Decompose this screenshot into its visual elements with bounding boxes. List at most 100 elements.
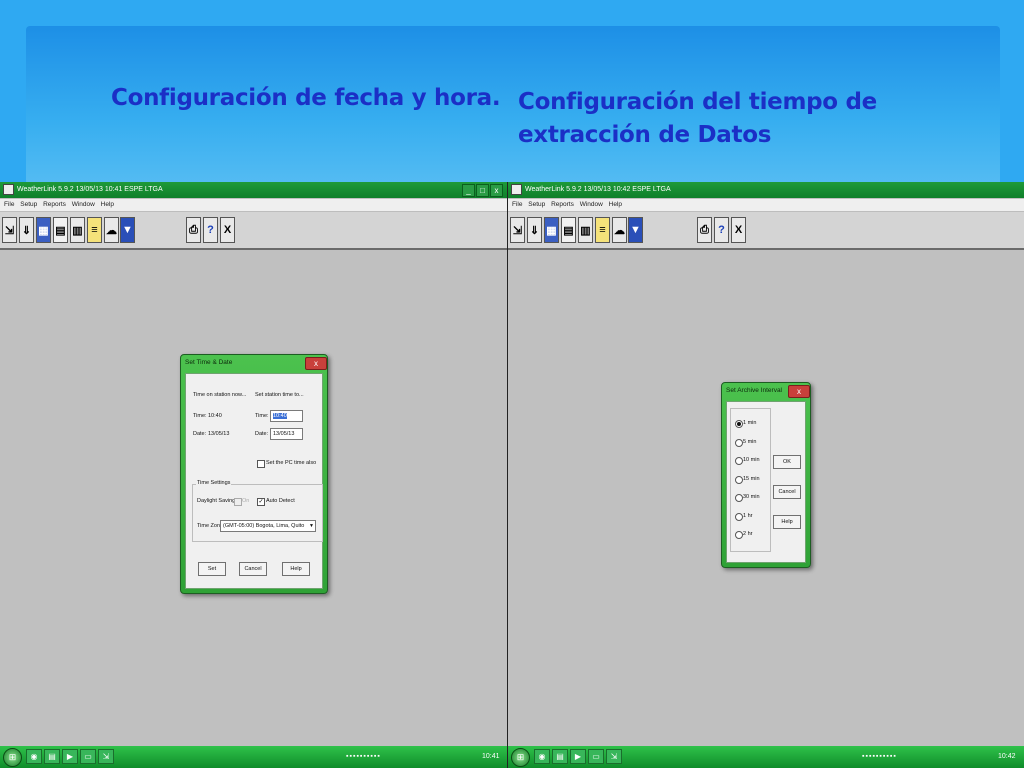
set-time-label: Time: xyxy=(255,413,269,419)
radio-1hr[interactable] xyxy=(735,513,743,521)
notes-icon[interactable]: ≡ xyxy=(87,217,102,243)
set-time-dialog: Set Time & Date x Time on station now...… xyxy=(180,354,328,594)
exit-icon[interactable]: X xyxy=(731,217,746,243)
exit-icon[interactable]: X xyxy=(220,217,235,243)
taskbar-clock: 10:41 xyxy=(482,753,500,760)
dialog-close-button[interactable]: x xyxy=(305,357,327,370)
start-button[interactable]: ⊞ xyxy=(511,748,530,767)
menu-setup[interactable]: Setup xyxy=(20,201,37,208)
minimize-button[interactable]: _ xyxy=(462,184,475,197)
dialog-title: Set Time & Date xyxy=(185,359,233,366)
menu-reports[interactable]: Reports xyxy=(43,201,66,208)
printer-icon[interactable]: ⎙ xyxy=(186,217,201,243)
time-input-value: 10:40 xyxy=(273,413,287,419)
option-1min: 1 min xyxy=(743,420,757,426)
menu-help[interactable]: Help xyxy=(609,201,622,208)
help-button[interactable]: Help xyxy=(282,562,310,576)
auto-detect-checkbox[interactable]: ✓ xyxy=(257,498,265,506)
system-tray-icons[interactable]: ▪▪▪▪▪▪▪▪▪▪ xyxy=(862,750,897,764)
option-5min: 5 min xyxy=(743,439,757,445)
taskbar-media-icon[interactable]: ▶ xyxy=(62,749,78,764)
station-icon[interactable]: ▦ xyxy=(36,217,51,243)
menu-help[interactable]: Help xyxy=(101,201,114,208)
app-icon xyxy=(3,183,14,195)
dialog-title: Set Archive Interval xyxy=(726,387,782,394)
timezone-select[interactable]: (GMT-05:00) Bogota, Lima, Quito ▼ xyxy=(220,520,316,532)
taskbar-clock: 10:42 xyxy=(998,753,1016,760)
menu-window[interactable]: Window xyxy=(580,201,603,208)
screenshot-set-time: WeatherLink 5.9.2 13/05/13 10:41 ESPE LT… xyxy=(0,182,507,768)
daylight-on-checkbox[interactable] xyxy=(234,498,242,506)
radio-5min[interactable] xyxy=(735,439,743,447)
window-controls: _ □ x xyxy=(461,184,503,197)
taskbar-notes-icon[interactable]: ▭ xyxy=(80,749,96,764)
summary-icon[interactable]: ▥ xyxy=(70,217,85,243)
help-button[interactable]: Help xyxy=(773,515,801,529)
connect-icon[interactable]: ⇲ xyxy=(2,217,17,243)
cancel-button[interactable]: Cancel xyxy=(773,485,801,499)
workspace: Set Time & Date x Time on station now...… xyxy=(0,250,507,746)
noaa-icon[interactable]: ▼ xyxy=(120,217,135,243)
screenshot-archive-interval: WeatherLink 5.9.2 13/05/13 10:42 ESPE LT… xyxy=(508,182,1024,768)
dialog-body: Time on station now... Set station time … xyxy=(185,373,323,589)
bulletin-icon[interactable]: ▤ xyxy=(53,217,68,243)
chevron-down-icon: ▼ xyxy=(309,523,314,529)
radio-1min[interactable] xyxy=(735,420,743,428)
notes-icon[interactable]: ≡ xyxy=(595,217,610,243)
bulletin-icon[interactable]: ▤ xyxy=(561,217,576,243)
station-icon[interactable]: ▦ xyxy=(544,217,559,243)
current-date-value: 13/05/13 xyxy=(208,431,230,437)
radio-10min[interactable] xyxy=(735,457,743,465)
close-button[interactable]: x xyxy=(490,184,503,197)
help-icon[interactable]: ? xyxy=(714,217,729,243)
connect-icon[interactable]: ⇲ xyxy=(510,217,525,243)
noaa-icon[interactable]: ▼ xyxy=(628,217,643,243)
timezone-value: (GMT-05:00) Bogota, Lima, Quito xyxy=(223,523,305,529)
window-title: WeatherLink 5.9.2 13/05/13 10:42 ESPE LT… xyxy=(525,186,671,193)
taskbar-app-icon[interactable]: ◉ xyxy=(26,749,42,764)
time-input[interactable]: 10:40 xyxy=(270,410,303,422)
option-30min: 30 min xyxy=(743,494,760,500)
cancel-button[interactable]: Cancel xyxy=(239,562,267,576)
menu-window[interactable]: Window xyxy=(72,201,95,208)
ok-button[interactable]: OK xyxy=(773,455,801,469)
maximize-button[interactable]: □ xyxy=(476,184,489,197)
radio-30min[interactable] xyxy=(735,494,743,502)
taskbar: ⊞ ◉ ▤ ▶ ▭ ⇲ ▪▪▪▪▪▪▪▪▪▪ 10:42 xyxy=(508,746,1024,768)
help-icon[interactable]: ? xyxy=(203,217,218,243)
window-title: WeatherLink 5.9.2 13/05/13 10:41 ESPE LT… xyxy=(17,186,163,193)
taskbar-folder-icon[interactable]: ▤ xyxy=(552,749,568,764)
system-tray-icons[interactable]: ▪▪▪▪▪▪▪▪▪▪ xyxy=(346,750,381,764)
option-2hr: 2 hr xyxy=(743,531,753,537)
summary-icon[interactable]: ▥ xyxy=(578,217,593,243)
menu-setup[interactable]: Setup xyxy=(528,201,545,208)
auto-detect-label: Auto Detect xyxy=(266,498,295,504)
taskbar-notes-icon[interactable]: ▭ xyxy=(588,749,604,764)
date-input[interactable]: 13/05/13 xyxy=(270,428,303,440)
menu-reports[interactable]: Reports xyxy=(551,201,574,208)
dialog-close-button[interactable]: x xyxy=(788,385,810,398)
menu-bar: File Setup Reports Window Help xyxy=(0,199,507,212)
set-button[interactable]: Set xyxy=(198,562,226,576)
taskbar-weatherlink-icon[interactable]: ⇲ xyxy=(606,749,622,764)
menu-file[interactable]: File xyxy=(512,201,522,208)
download-icon[interactable]: ⇓ xyxy=(19,217,34,243)
current-time-value: 10:40 xyxy=(208,413,222,419)
printer-icon[interactable]: ⎙ xyxy=(697,217,712,243)
taskbar-weatherlink-icon[interactable]: ⇲ xyxy=(98,749,114,764)
weather-icon[interactable]: ☁ xyxy=(612,217,627,243)
taskbar-folder-icon[interactable]: ▤ xyxy=(44,749,60,764)
download-icon[interactable]: ⇓ xyxy=(527,217,542,243)
taskbar-app-icon[interactable]: ◉ xyxy=(534,749,550,764)
option-10min: 10 min xyxy=(743,457,760,463)
weather-icon[interactable]: ☁ xyxy=(104,217,119,243)
radio-2hr[interactable] xyxy=(735,531,743,539)
slide-title-right: Configuración del tiempo de extracción d… xyxy=(518,89,877,148)
pc-time-checkbox[interactable] xyxy=(257,460,265,468)
taskbar-media-icon[interactable]: ▶ xyxy=(570,749,586,764)
start-button[interactable]: ⊞ xyxy=(3,748,22,767)
toolbar: ⇲ ⇓ ▦ ▤ ▥ ≡ ☁ ▼ ⎙ ? X xyxy=(0,212,507,250)
window-titlebar: WeatherLink 5.9.2 13/05/13 10:41 ESPE LT… xyxy=(0,182,507,198)
radio-15min[interactable] xyxy=(735,476,743,484)
menu-file[interactable]: File xyxy=(4,201,14,208)
